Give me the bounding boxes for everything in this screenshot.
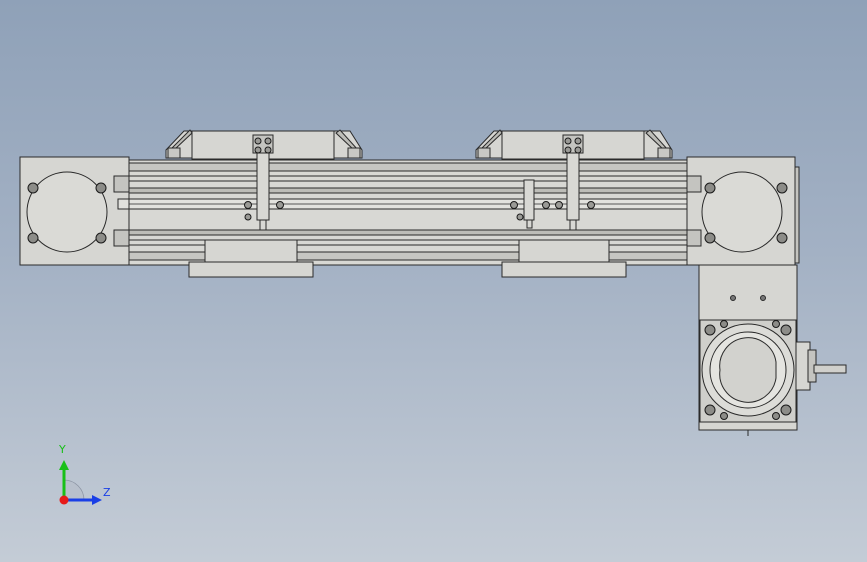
right-end-cap [686,156,800,266]
cad-viewport[interactable]: Y Z [0,0,867,562]
linear-module-model[interactable] [0,0,867,562]
y-axis-label: Y [59,443,66,456]
z-axis-label: Z [103,486,111,499]
coordinate-triad: Y Z [50,440,120,510]
left-end-cap [19,156,130,266]
